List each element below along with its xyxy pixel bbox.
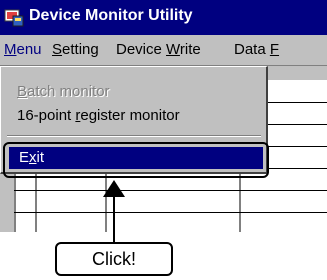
callout-pointer xyxy=(103,180,125,242)
up-arrow-icon xyxy=(103,180,125,197)
click-callout: Click! xyxy=(55,242,173,276)
